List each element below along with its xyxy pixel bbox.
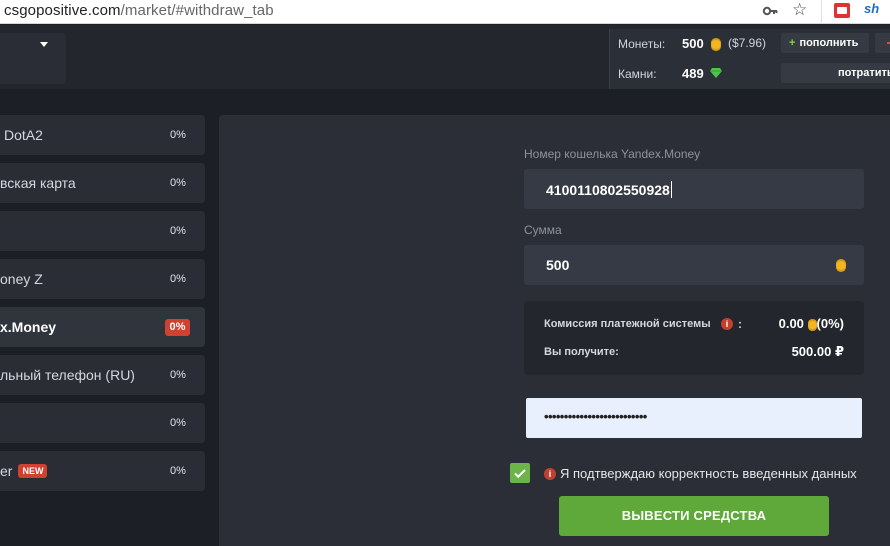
wallet-input[interactable]: 410011080255092​8 xyxy=(524,169,864,209)
wallet-value-text: 410011080255092​8 xyxy=(546,182,670,198)
method-fee: 0% xyxy=(170,369,186,381)
new-badge: NEW xyxy=(18,464,48,478)
method-item-mobile-phone[interactable]: льный телефон (RU) 0% xyxy=(0,355,205,395)
extension-icon[interactable] xyxy=(834,3,850,18)
method-fee: 0% xyxy=(170,273,186,285)
coins-usd: ($7.96) xyxy=(728,36,767,50)
gem-icon xyxy=(710,68,722,78)
method-fee: 0% xyxy=(170,177,186,189)
url-text[interactable]: csgopositive.com/market/#withdraw_tab xyxy=(4,2,274,19)
confirm-checkbox[interactable] xyxy=(510,463,530,483)
amount-label: Сумма xyxy=(524,223,562,237)
password-input[interactable]: •••••••••••••••••••••••••• xyxy=(526,398,862,438)
method-label: er NEW xyxy=(0,463,48,479)
method-item-bank-card[interactable]: вская карта 0% xyxy=(0,163,205,203)
game-select-dropdown[interactable] xyxy=(0,33,66,84)
receive-value: 500.00 ₽ xyxy=(791,344,844,359)
amount-value: 500 xyxy=(546,257,570,273)
bookmark-star-icon[interactable]: ☆ xyxy=(792,0,807,20)
url-domain: csgopositive.com xyxy=(4,2,121,19)
coins-label: Монеты: xyxy=(618,37,666,51)
password-value: •••••••••••••••••••••••••• xyxy=(544,409,647,424)
fee-percent: (0%) xyxy=(816,316,844,331)
browser-address-bar[interactable]: csgopositive.com/market/#withdraw_tab ☆ … xyxy=(0,0,890,24)
plus-icon: + xyxy=(789,37,796,49)
wallet-label: Номер кошелька Yandex.Money xyxy=(524,147,701,161)
fee-summary: Комиссия платежной системы i : 0.00 (0%)… xyxy=(524,301,864,375)
withdraw-minus-button[interactable] xyxy=(875,33,890,53)
method-label: oney Z xyxy=(0,271,43,287)
topup-label: пополнить xyxy=(799,37,859,49)
method-fee: 0% xyxy=(170,225,186,237)
method-item-yandex-money[interactable]: x.Money 0% xyxy=(0,307,205,347)
method-fee: 0% xyxy=(170,129,186,141)
method-label: DotA2 xyxy=(4,127,43,143)
fee-value: 0.00 (0%) xyxy=(779,316,844,331)
fee-label: Комиссия платежной системы xyxy=(544,318,711,330)
coins-value: 500 xyxy=(682,36,704,51)
coin-icon xyxy=(807,320,817,329)
fee-amount: 0.00 xyxy=(778,316,804,331)
method-label: x.Money xyxy=(0,319,57,335)
spend-button[interactable]: потратить xyxy=(781,63,890,83)
method-item-new[interactable]: er NEW 0% xyxy=(0,451,205,491)
url-path: /market/#withdraw_tab xyxy=(120,2,274,19)
method-label-text: er xyxy=(0,463,13,479)
gems-value: 489 xyxy=(682,66,704,81)
fee-colon: : xyxy=(738,317,742,331)
method-item-dota2[interactable]: DotA2 0% xyxy=(0,115,205,155)
extension-sh-icon[interactable]: sh xyxy=(864,1,879,16)
method-item-3[interactable]: 0% xyxy=(0,211,205,251)
method-fee: 0% xyxy=(170,417,186,429)
topup-button[interactable]: + пополнить xyxy=(781,33,869,53)
method-label: льный телефон (RU) xyxy=(0,367,135,383)
receive-label: Вы получите: xyxy=(544,346,619,358)
withdraw-submit-button[interactable]: ВЫВЕСТИ СРЕДСТВА xyxy=(559,496,829,536)
wallet-value: 410011080255092​8 xyxy=(546,181,672,198)
amount-input[interactable]: 500 xyxy=(524,245,864,285)
chevron-down-icon xyxy=(40,42,48,47)
checkmark-icon xyxy=(514,469,526,479)
info-icon[interactable]: i xyxy=(544,468,556,480)
method-item-webmoney-z[interactable]: oney Z 0% xyxy=(0,259,205,299)
method-fee-badge: 0% xyxy=(165,319,190,336)
method-fee: 0% xyxy=(170,465,186,477)
method-item-7[interactable]: 0% xyxy=(0,403,205,443)
coin-icon xyxy=(836,261,846,270)
method-label: вская карта xyxy=(0,175,76,191)
key-icon[interactable] xyxy=(762,3,778,19)
confirm-label: Я подтверждаю корректность введенных дан… xyxy=(560,466,857,481)
text-cursor xyxy=(670,181,672,198)
coin-icon xyxy=(711,40,721,49)
gems-label: Камни: xyxy=(618,67,657,81)
info-icon[interactable]: i xyxy=(721,318,733,330)
toolbar-divider xyxy=(821,0,822,24)
